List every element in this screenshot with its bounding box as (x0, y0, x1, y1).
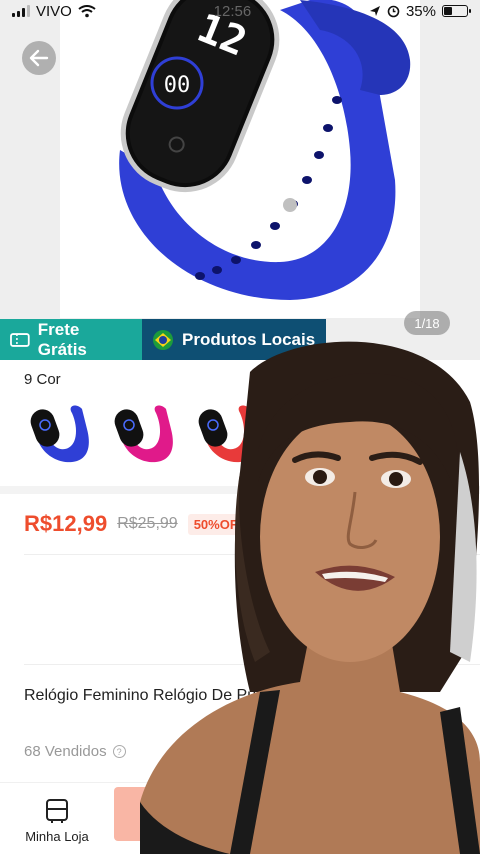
watch-thumbnail (30, 405, 89, 463)
ticket-icon (10, 332, 30, 347)
presenter-portrait (140, 341, 480, 854)
free-shipping-label: Frete Grátis (37, 319, 87, 359)
free-shipping-badge: Frete Grátis (0, 319, 142, 360)
sold-count: 68 Vendidos ? (24, 743, 126, 760)
presenter-video-overlay (140, 332, 480, 854)
product-photo: 00 12 (60, 0, 420, 318)
signal-icon (12, 5, 30, 17)
status-bar: VIVO 12:56 35% (0, 0, 480, 22)
variant-swatch-blue[interactable] (24, 396, 94, 472)
wifi-icon (78, 4, 96, 17)
alarm-icon (387, 5, 400, 17)
current-price: R$12,99 (24, 511, 108, 536)
battery-percent: 35% (405, 2, 436, 20)
info-icon[interactable]: ? (112, 745, 126, 758)
watch-inner-digits: 00 (164, 73, 191, 98)
arrow-left-icon (29, 49, 49, 67)
battery-icon (442, 5, 471, 17)
back-button[interactable] (22, 41, 56, 75)
store-icon (46, 798, 68, 823)
smartwatch-illustration: 00 12 (119, 0, 411, 300)
store-button[interactable]: Minha Loja (14, 791, 100, 849)
variant-count-label: 9 Cor (24, 371, 61, 388)
carrier-label: VIVO (36, 2, 72, 20)
location-icon (369, 6, 380, 16)
product-image-area[interactable]: 00 12 VIVO 12:56 35% 1/18 (0, 0, 480, 360)
status-time: 12:56 (213, 2, 252, 20)
store-label: Minha Loja (25, 828, 89, 844)
sold-count-label: 68 Vendidos (24, 743, 107, 760)
